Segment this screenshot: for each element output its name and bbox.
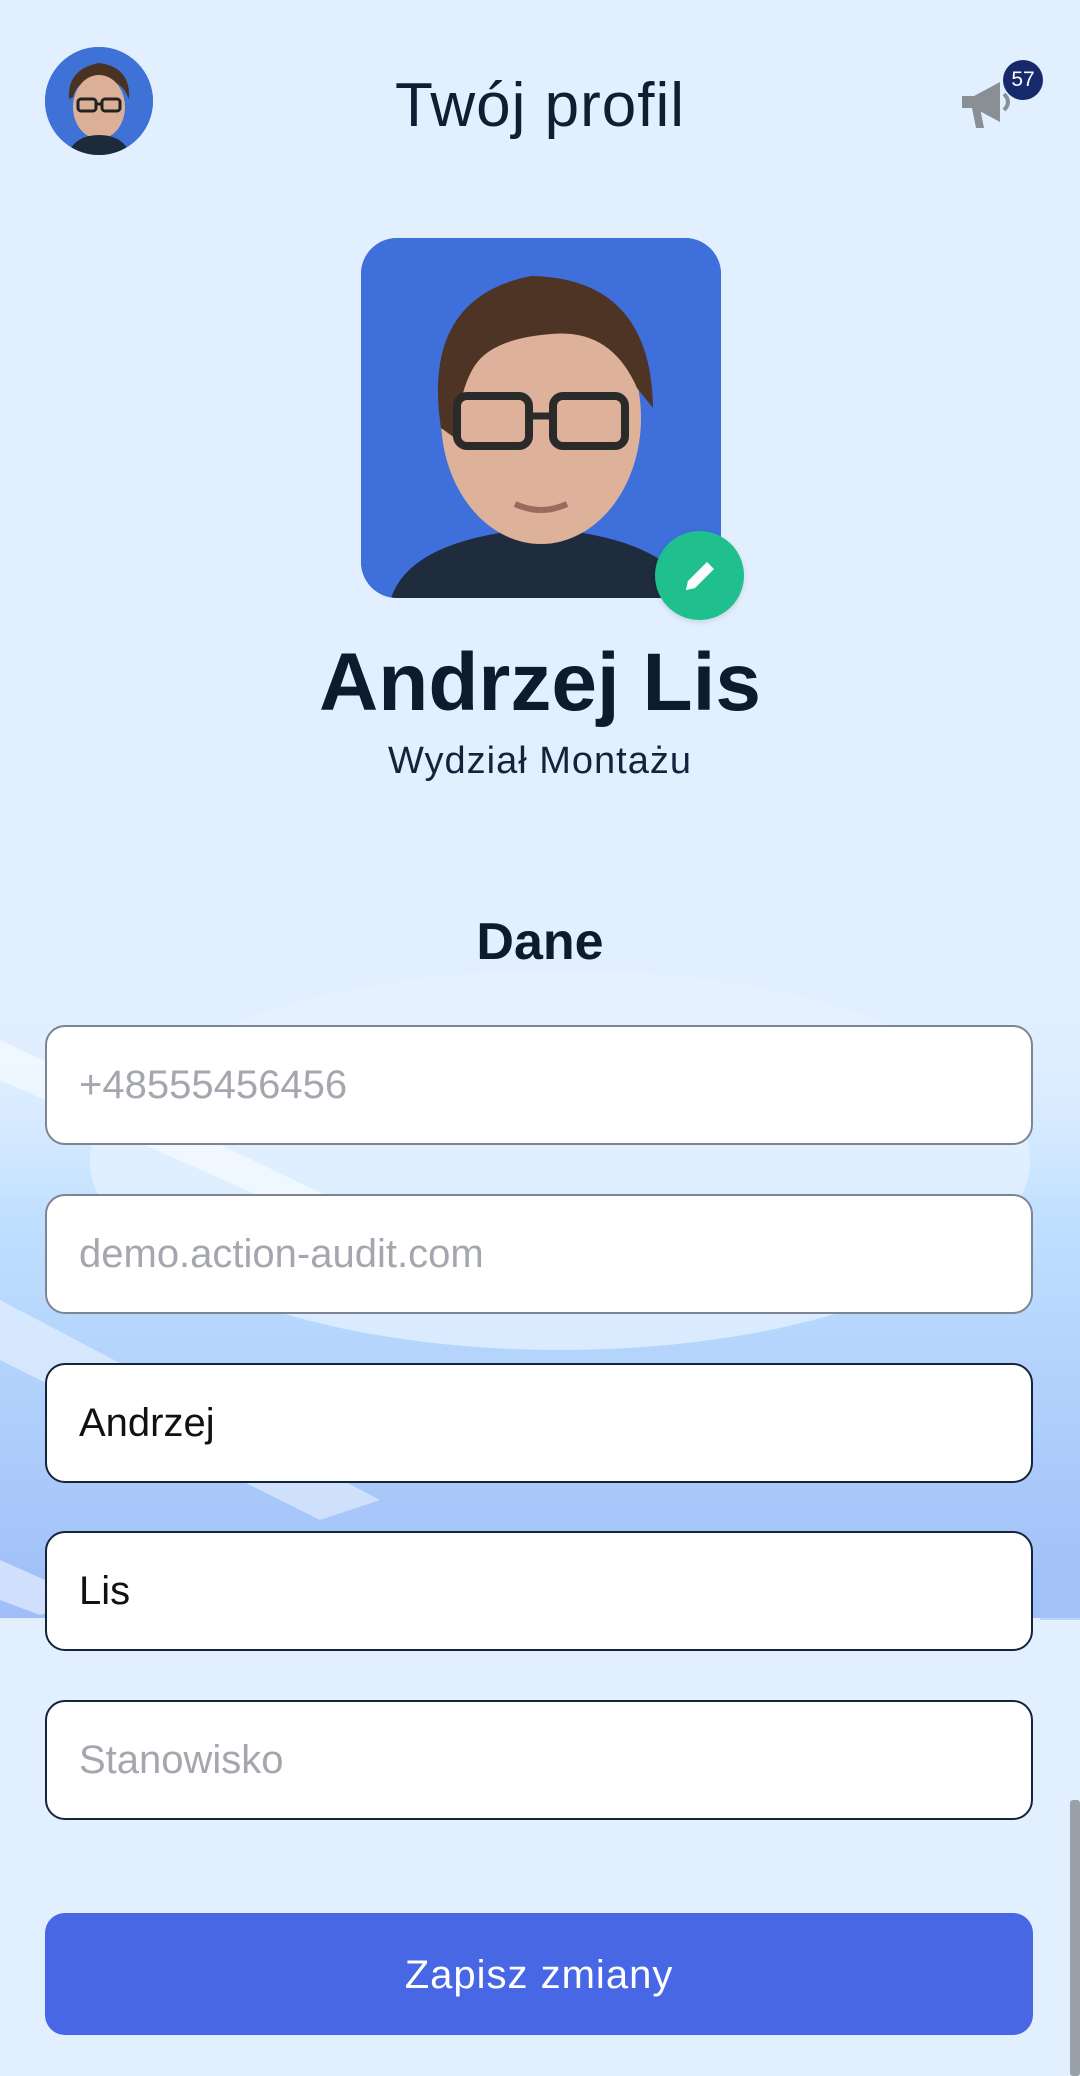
position-field[interactable] — [45, 1700, 1033, 1820]
last-name-field[interactable] — [45, 1531, 1033, 1651]
save-button[interactable]: Zapisz zmiany — [45, 1913, 1033, 2035]
first-name-field[interactable] — [45, 1363, 1033, 1483]
domain-field[interactable] — [45, 1194, 1033, 1314]
user-name: Andrzej Lis — [319, 637, 761, 728]
scrollbar[interactable] — [1070, 1800, 1080, 2076]
section-title: Dane — [476, 913, 604, 971]
user-department: Wydział Montażu — [388, 740, 692, 782]
page-title: Twój profil — [394, 71, 686, 140]
pencil-icon — [685, 561, 714, 590]
notification-badge: 57 — [1003, 60, 1043, 100]
phone-field[interactable] — [45, 1025, 1033, 1145]
edit-photo-button[interactable] — [655, 531, 744, 620]
